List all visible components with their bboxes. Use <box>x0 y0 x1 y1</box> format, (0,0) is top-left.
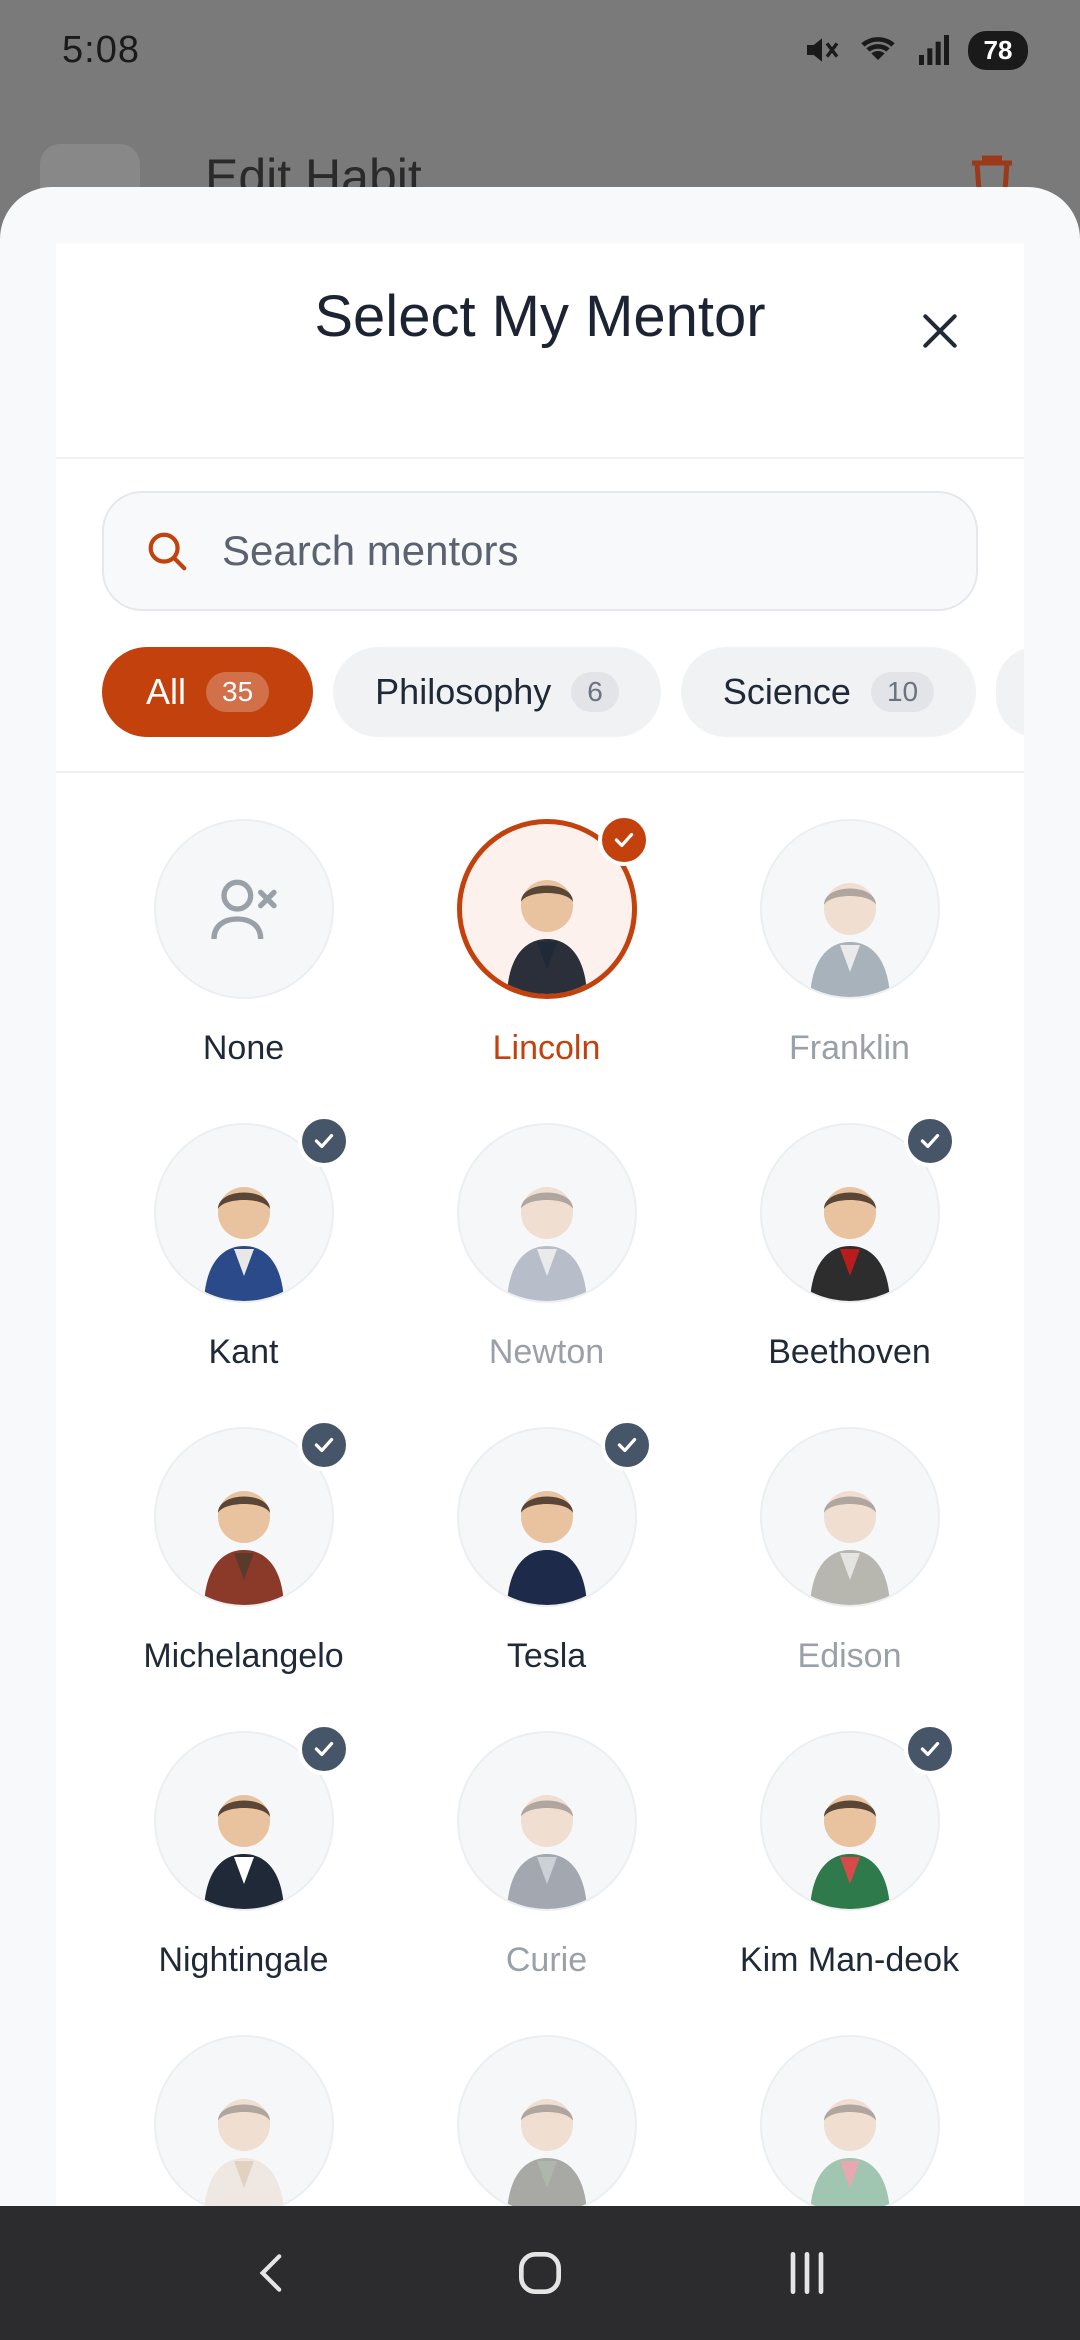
chip-count: 6 <box>571 672 619 712</box>
mentor-item[interactable]: None <box>92 819 395 1123</box>
mentor-avatar <box>153 2035 334 2215</box>
mentor-avatar <box>153 1115 350 1303</box>
mentor-portrait-icon <box>459 1733 635 1909</box>
mentor-item[interactable]: Nightingale <box>92 1723 395 2035</box>
mentor-portrait-icon <box>762 821 938 997</box>
mentor-grid: None Lincoln Franklin Kant Newton Beethoven Mi… <box>92 814 1002 2237</box>
chip-science[interactable]: Science 10 <box>680 647 977 737</box>
check-badge-icon <box>597 814 650 866</box>
mentor-portrait-icon <box>459 1125 635 1301</box>
mentor-item[interactable]: Tesla <box>395 1419 698 1731</box>
mentor-avatar <box>456 1731 637 1911</box>
mentor-avatar <box>153 819 334 999</box>
mentor-avatar <box>153 1419 350 1607</box>
mentor-item[interactable]: Newton <box>395 1123 698 1427</box>
mentor-portrait-icon <box>459 2037 635 2213</box>
mentor-name: Franklin <box>789 1029 910 1067</box>
mentor-portrait-icon <box>762 2037 938 2213</box>
check-badge-icon <box>297 1723 350 1775</box>
mentor-portrait-icon <box>762 1429 938 1605</box>
mentor-portrait-icon <box>156 2037 332 2213</box>
recents-icon <box>790 2252 823 2294</box>
chip-label: All <box>146 671 187 712</box>
mentor-name: Newton <box>488 1333 605 1371</box>
mentor-avatar <box>456 814 650 999</box>
check-badge-icon <box>903 1115 956 1167</box>
chip-label: Philosophy <box>375 671 552 712</box>
chip-more[interactable] <box>996 647 1024 737</box>
close-icon <box>923 314 957 348</box>
divider <box>56 771 1024 773</box>
search-input[interactable] <box>222 527 922 575</box>
home-icon <box>518 2252 561 2294</box>
mentor-item[interactable]: Edison <box>698 1427 1001 1731</box>
nav-recents-button[interactable] <box>762 2228 852 2318</box>
navigation-bar <box>0 2206 1080 2340</box>
mentor-item[interactable]: Curie <box>395 1731 698 2035</box>
mentor-avatar <box>456 1419 653 1607</box>
mute-icon <box>807 38 839 62</box>
sheet-title: Select My Mentor <box>314 284 766 349</box>
check-badge-icon <box>297 1115 350 1167</box>
mentor-avatar <box>759 2035 940 2215</box>
check-badge-icon <box>297 1419 350 1471</box>
category-chips: All 35 Philosophy 6 Science 10 <box>102 647 1024 739</box>
check-badge-icon <box>600 1419 653 1471</box>
mentor-sheet: Select My Mentor All 35 Philosophy 6 Sci… <box>0 187 1080 2237</box>
status-time: 5:08 <box>62 28 140 71</box>
chip-all[interactable]: All 35 <box>102 647 314 737</box>
nav-back-button[interactable] <box>228 2228 318 2318</box>
mentor-item[interactable]: Kant <box>92 1115 395 1427</box>
mentor-name: Beethoven <box>768 1333 931 1371</box>
sheet-panel: Select My Mentor All 35 Philosophy 6 Sci… <box>56 243 1024 2237</box>
status-icons: 78 <box>802 30 1028 70</box>
search-bar <box>102 491 978 611</box>
signal-icon <box>919 35 949 65</box>
chip-count: 35 <box>206 672 270 712</box>
nav-home-button[interactable] <box>495 2228 585 2318</box>
back-icon <box>259 2254 282 2292</box>
status-bar: 5:08 78 <box>0 0 1080 100</box>
sheet-header: Select My Mentor <box>56 243 1024 459</box>
mentor-avatar <box>153 1723 350 1911</box>
mentor-name: Michelangelo <box>143 1637 344 1675</box>
mentor-name: Lincoln <box>492 1029 601 1067</box>
mentor-item[interactable]: Franklin <box>698 819 1001 1123</box>
mentor-name: Kant <box>208 1333 279 1371</box>
mentor-name: Tesla <box>506 1637 587 1675</box>
mentor-name: Kim Man-deok <box>739 1941 960 1979</box>
mentor-item[interactable]: Kim Man-deok <box>698 1723 1001 2035</box>
mentor-item[interactable]: Lincoln <box>395 814 698 1123</box>
check-badge-icon <box>903 1723 956 1775</box>
battery-indicator: 78 <box>968 30 1028 70</box>
mentor-name: Edison <box>797 1637 902 1675</box>
search-icon <box>148 532 187 571</box>
mentor-avatar <box>759 819 940 999</box>
mentor-name: None <box>202 1029 285 1067</box>
mentor-item[interactable]: Michelangelo <box>92 1419 395 1731</box>
mentor-name: Nightingale <box>158 1941 329 1979</box>
chip-philosophy[interactable]: Philosophy 6 <box>333 647 661 737</box>
chip-count: 10 <box>870 672 935 712</box>
mentor-avatar <box>759 1427 940 1607</box>
mentor-avatar <box>759 1115 956 1303</box>
chip-label: Science <box>722 671 851 712</box>
close-button[interactable] <box>912 303 968 359</box>
mentor-avatar <box>759 1723 956 1911</box>
wifi-icon <box>861 37 895 60</box>
mentor-avatar <box>456 2035 637 2215</box>
mentor-avatar <box>456 1123 637 1303</box>
no-mentor-icon <box>156 821 332 997</box>
mentor-item[interactable]: Beethoven <box>698 1115 1001 1427</box>
mentor-name: Curie <box>505 1941 588 1979</box>
